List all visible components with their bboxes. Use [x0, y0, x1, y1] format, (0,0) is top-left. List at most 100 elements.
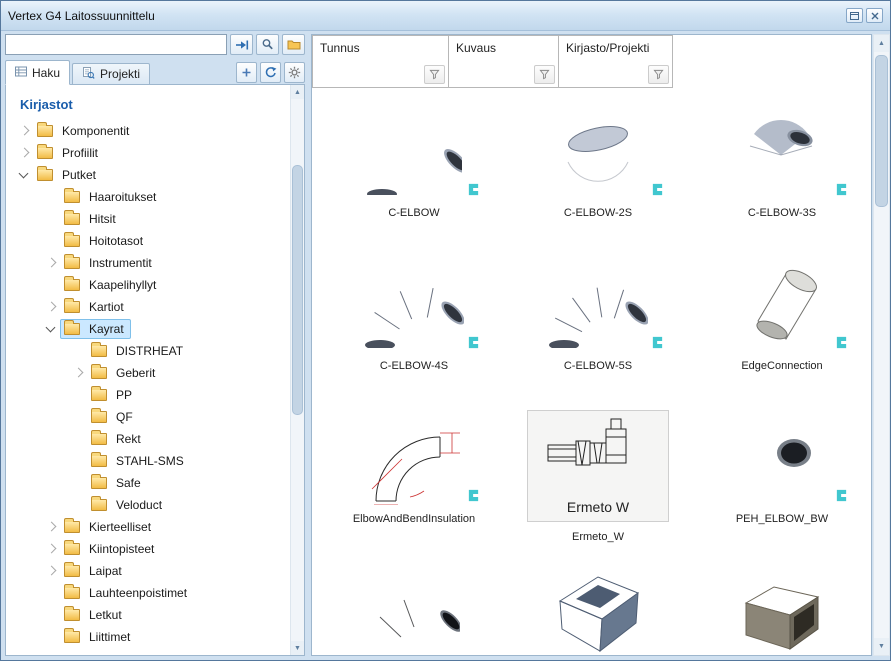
tree-item-selection[interactable]: Kierteelliset [60, 517, 158, 537]
tree-item[interactable]: Rekt [16, 428, 288, 450]
tree-expander-icon[interactable] [43, 563, 60, 579]
settings-gear-button[interactable] [284, 62, 305, 83]
tree-item-selection[interactable]: Letkut [60, 605, 129, 625]
tree-item-selection[interactable]: QF [87, 407, 140, 427]
filter-funnel-icon[interactable] [424, 65, 445, 84]
tree-item-selection[interactable]: Hoitotasot [60, 231, 150, 251]
tree-item[interactable]: Kartiot [16, 296, 288, 318]
tree-item[interactable]: STAHL-SMS [16, 450, 288, 472]
tree-expander-icon[interactable] [43, 255, 60, 271]
tree-item[interactable]: Geberit [16, 362, 288, 384]
tree-item-selection[interactable]: Veloduct [87, 495, 169, 515]
grid-item[interactable]: Ermeto W Ermeto_W [506, 402, 690, 555]
tree-scroll-down-icon[interactable]: ▼ [291, 641, 304, 655]
tree-expander-icon[interactable] [43, 607, 60, 623]
tree-item[interactable]: Instrumentit [16, 252, 288, 274]
close-button[interactable] [866, 8, 883, 23]
tree-item[interactable]: Putket [16, 164, 288, 186]
grid-item[interactable]: ElbowAndBendInsulation [322, 402, 506, 555]
tree-item-selection[interactable]: Kartiot [60, 297, 131, 317]
grid-item[interactable] [322, 555, 506, 655]
tree-item-selection[interactable]: Safe [87, 473, 148, 493]
tree-expander-icon[interactable] [43, 519, 60, 535]
tree-expander-icon[interactable] [70, 365, 87, 381]
tab-projekti[interactable]: Projekti [72, 63, 150, 85]
tree-item[interactable]: Liittimet [16, 626, 288, 648]
tree-expander-icon[interactable] [43, 541, 60, 557]
tree-expander-icon[interactable] [43, 233, 60, 249]
tree-expander-icon[interactable] [43, 189, 60, 205]
tree-expander-icon[interactable] [43, 211, 60, 227]
tree-expander-icon[interactable] [70, 453, 87, 469]
tree-item-selection[interactable]: Instrumentit [60, 253, 159, 273]
tree-item[interactable]: Kiintopisteet [16, 538, 288, 560]
tree-scroll-thumb[interactable] [292, 165, 303, 415]
tree-item[interactable]: Letkut [16, 604, 288, 626]
dock-button[interactable] [846, 8, 863, 23]
refresh-button[interactable] [260, 62, 281, 83]
grid-item[interactable] [690, 555, 871, 655]
tree-item-selection[interactable]: Profiilit [33, 143, 105, 163]
grid-item[interactable]: C-ELBOW-2S [506, 96, 690, 249]
search-input[interactable] [5, 34, 227, 55]
grid-item[interactable]: EdgeConnection [690, 249, 871, 402]
tree-item[interactable]: Profiilit [16, 142, 288, 164]
grid-scrollbar[interactable]: ▲ ▼ [873, 34, 890, 656]
tree-item[interactable]: QF [16, 406, 288, 428]
column-header-kuvaus[interactable]: Kuvaus [449, 35, 559, 88]
tree-root-label[interactable]: Kirjastot [20, 97, 288, 112]
tree-scrollbar[interactable]: ▲ ▼ [290, 85, 304, 655]
tree-item-selection[interactable]: Rekt [87, 429, 148, 449]
grid-scroll-thumb[interactable] [875, 55, 888, 207]
column-header-kirjasto-projekti[interactable]: Kirjasto/Projekti [559, 35, 673, 88]
tree-item[interactable]: Kaapelihyllyt [16, 274, 288, 296]
add-button[interactable] [236, 62, 257, 83]
search-button[interactable] [256, 34, 279, 55]
grid-item[interactable]: C-ELBOW-4S [322, 249, 506, 402]
tree-expander-icon[interactable] [70, 343, 87, 359]
search-go-button[interactable] [230, 34, 253, 55]
tree-expander-icon[interactable] [43, 629, 60, 645]
tree-item-selection[interactable]: Laipat [60, 561, 129, 581]
tree-item[interactable]: DISTRHEAT [16, 340, 288, 362]
tree-expander-icon[interactable] [70, 431, 87, 447]
tree-item[interactable]: Komponentit [16, 120, 288, 142]
tree-item[interactable]: Veloduct [16, 494, 288, 516]
tree-item-selection[interactable]: STAHL-SMS [87, 451, 191, 471]
grid-item[interactable]: C-ELBOW-3S [690, 96, 871, 249]
tree-scroll-up-icon[interactable]: ▲ [291, 85, 304, 99]
grid-scroll-up-icon[interactable]: ▲ [874, 35, 889, 52]
tree-item[interactable]: Lauhteenpoistimet [16, 582, 288, 604]
tree-item-selection[interactable]: Komponentit [33, 121, 136, 141]
tree-item[interactable]: Hoitotasot [16, 230, 288, 252]
filter-funnel-icon[interactable] [648, 65, 669, 84]
grid-item[interactable] [506, 555, 690, 655]
grid-item[interactable]: PEH_ELBOW_BW [690, 402, 871, 555]
tree-item-selection[interactable]: Lauhteenpoistimet [60, 583, 194, 603]
tree-item-selection[interactable]: Liittimet [60, 627, 137, 647]
tree-expander-icon[interactable] [16, 123, 33, 139]
tab-haku[interactable]: Haku [5, 60, 70, 85]
tree-item-selection[interactable]: Putket [33, 165, 103, 185]
tree-expander-icon[interactable] [43, 299, 60, 315]
grid-item[interactable]: C-ELBOW-5S [506, 249, 690, 402]
tree-expander-icon[interactable] [16, 167, 33, 183]
tree-item[interactable]: Hitsit [16, 208, 288, 230]
tree-expander-icon[interactable] [16, 145, 33, 161]
tree-item-selection[interactable]: PP [87, 385, 139, 405]
tree-expander-icon[interactable] [70, 475, 87, 491]
tree-expander-icon[interactable] [43, 321, 60, 337]
tree-item-selection[interactable]: Kayrat [60, 319, 131, 339]
grid-scroll-down-icon[interactable]: ▼ [874, 638, 889, 655]
tree-item-selection[interactable]: Haaroitukset [60, 187, 163, 207]
grid-item[interactable]: C-ELBOW [322, 96, 506, 249]
tree-item[interactable]: Kierteelliset [16, 516, 288, 538]
filter-funnel-icon[interactable] [534, 65, 555, 84]
tree-item[interactable]: Laipat [16, 560, 288, 582]
tree-item-selection[interactable]: Kiintopisteet [60, 539, 161, 559]
tree-expander-icon[interactable] [43, 585, 60, 601]
tree-expander-icon[interactable] [70, 387, 87, 403]
tree-item-selection[interactable]: Geberit [87, 363, 162, 383]
tree-expander-icon[interactable] [43, 277, 60, 293]
tree-item[interactable]: Haaroitukset [16, 186, 288, 208]
